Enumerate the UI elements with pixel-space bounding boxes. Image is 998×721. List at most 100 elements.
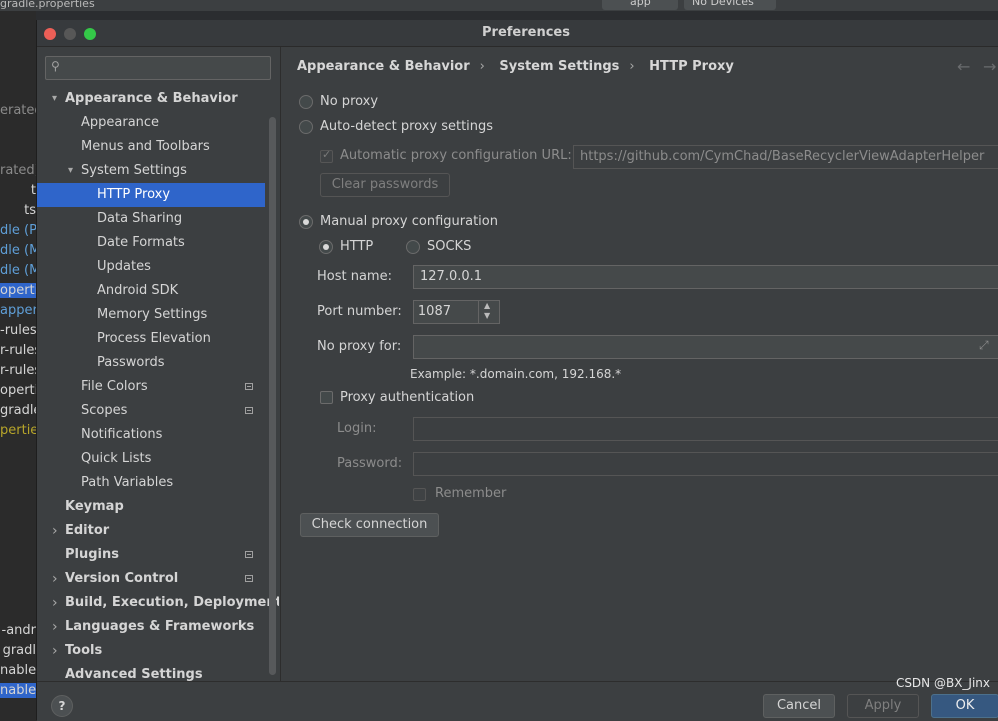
sidebar-scrollbar[interactable] [269,117,276,675]
settings-search-input[interactable]: ⚲ [45,56,271,80]
ide-project-item[interactable]: operti [0,283,36,298]
ide-project-item[interactable]: dle (M [0,243,36,258]
password-label: Password: [337,456,403,471]
ide-tab-label[interactable]: gradle.properties [0,0,95,10]
ide-project-item[interactable]: r-rules [0,343,36,358]
stepper-down-icon[interactable]: ▼ [484,311,490,320]
sidebar-item-file-colors[interactable]: File Colors [37,375,265,399]
ide-project-item[interactable]: dle (Pr [0,223,36,238]
chevron-right-icon[interactable]: › [52,615,62,639]
sidebar-item-keymap[interactable]: Keymap [37,495,265,519]
sidebar-item-advanced-settings[interactable]: Advanced Settings [37,663,265,681]
breadcrumb: Appearance & Behavior › System Settings › … [297,59,744,79]
sidebar-item-plugins[interactable]: Plugins [37,543,265,567]
socks-label: SOCKS [427,239,472,254]
port-number-input[interactable]: 1087 [413,300,479,324]
sidebar-item-label: Path Variables [81,475,174,490]
project-level-icon [245,575,253,582]
ide-project-item[interactable]: ts [0,203,36,218]
ide-project-item[interactable]: erated [0,103,36,118]
stepper-up-icon[interactable]: ▲ [484,301,490,310]
sidebar-item-appearance-behavior[interactable]: ▾ Appearance & Behavior [37,87,265,111]
sidebar-item-menus-and-toolbars[interactable]: Menus and Toolbars [37,135,265,159]
sidebar-item-path-variables[interactable]: Path Variables [37,471,265,495]
sidebar-item-label: Memory Settings [97,307,208,322]
clear-passwords-button[interactable]: Clear passwords [320,173,450,197]
breadcrumb-item: HTTP Proxy [649,59,734,74]
port-stepper[interactable]: ▲ ▼ [478,300,500,324]
breadcrumb-separator-icon: › [479,59,485,74]
chevron-right-icon[interactable]: › [52,639,62,663]
device-dropdown[interactable]: No Devices [684,0,776,10]
login-label: Login: [337,421,377,436]
help-button[interactable]: ? [51,695,73,717]
ide-project-item[interactable]: -rules [0,323,36,338]
socks-radio[interactable] [406,240,420,254]
sidebar-item-label: HTTP Proxy [97,187,171,202]
sidebar-item-languages-frameworks[interactable]: › Languages & Frameworks [37,615,265,639]
ide-project-item[interactable]: -andr [0,623,37,638]
back-arrow-icon[interactable]: ← [957,57,970,76]
sidebar-item-scopes[interactable]: Scopes [37,399,265,423]
sidebar-item-http-proxy[interactable]: HTTP Proxy [37,183,265,207]
sidebar-item-process-elevation[interactable]: Process Elevation [37,327,265,351]
sidebar-item-passwords[interactable]: Passwords [37,351,265,375]
ide-project-item[interactable]: nable [0,683,36,698]
remember-checkbox[interactable] [413,488,426,501]
chevron-right-icon[interactable]: › [52,591,62,615]
ide-project-item[interactable]: apper [0,303,36,318]
sidebar-item-build-execution-deployment[interactable]: › Build, Execution, Deployment [37,591,279,615]
no-proxy-for-input[interactable] [413,335,998,359]
password-input[interactable] [413,452,998,476]
no-proxy-radio[interactable] [299,95,313,109]
sidebar-item-android-sdk[interactable]: Android SDK [37,279,265,303]
sidebar-item-label: Scopes [81,403,128,418]
chevron-right-icon[interactable]: › [52,519,62,543]
chevron-down-icon[interactable]: ▾ [68,159,78,183]
apply-button[interactable]: Apply [847,694,919,718]
ide-project-item[interactable]: gradle [0,403,36,418]
ide-project-item[interactable]: opertie [0,383,36,398]
ide-project-item[interactable]: rated) [0,163,36,178]
check-connection-button[interactable]: Check connection [300,513,439,537]
checkmark-icon: ✓ [322,148,332,161]
no-proxy-for-label: No proxy for: [317,339,402,354]
sidebar-item-data-sharing[interactable]: Data Sharing [37,207,265,231]
ide-project-item[interactable]: nable [0,663,36,678]
sidebar-item-version-control[interactable]: › Version Control [37,567,265,591]
auto-url-checkbox[interactable]: ✓ [320,148,333,163]
forward-arrow-icon[interactable]: → [983,57,996,76]
ide-project-item[interactable]: perties [0,423,36,438]
ide-project-item[interactable]: dle (M [0,263,36,278]
sidebar-item-updates[interactable]: Updates [37,255,265,279]
sidebar-item-memory-settings[interactable]: Memory Settings [37,303,265,327]
ide-project-item[interactable]: r-rules [0,363,36,378]
sidebar-item-notifications[interactable]: Notifications [37,423,265,447]
sidebar-item-appearance[interactable]: Appearance [37,111,265,135]
sidebar-item-tools[interactable]: › Tools [37,639,265,663]
auto-url-field[interactable]: https://github.com/CymChad/BaseRecyclerV… [573,145,998,169]
chevron-down-icon[interactable]: ▾ [52,87,62,111]
ide-project-item[interactable]: t [0,183,36,198]
no-proxy-label: No proxy [320,94,379,109]
sidebar-item-quick-lists[interactable]: Quick Lists [37,447,265,471]
proxy-auth-checkbox[interactable] [320,391,333,404]
ok-button[interactable]: OK [931,694,998,718]
sidebar-item-date-formats[interactable]: Date Formats [37,231,265,255]
login-input[interactable] [413,417,998,441]
auto-detect-radio[interactable] [299,120,313,134]
chevron-right-icon[interactable]: › [52,567,62,591]
sidebar-item-label: Keymap [65,499,124,514]
run-config-dropdown[interactable]: app [602,0,678,10]
sidebar-item-label: Version Control [65,571,179,586]
http-radio[interactable] [319,240,333,254]
breadcrumb-item: Appearance & Behavior [297,59,470,74]
host-name-input[interactable]: 127.0.0.1 [413,265,998,289]
sidebar-item-editor[interactable]: › Editor [37,519,265,543]
example-hint: Example: *.domain.com, 192.168.* [410,367,622,381]
sidebar-item-system-settings[interactable]: ▾ System Settings [37,159,265,183]
manual-proxy-radio[interactable] [299,215,313,229]
cancel-button[interactable]: Cancel [763,694,835,718]
ide-project-item[interactable]: gradl [0,643,36,658]
expand-icon[interactable]: ⤢ [979,338,989,353]
